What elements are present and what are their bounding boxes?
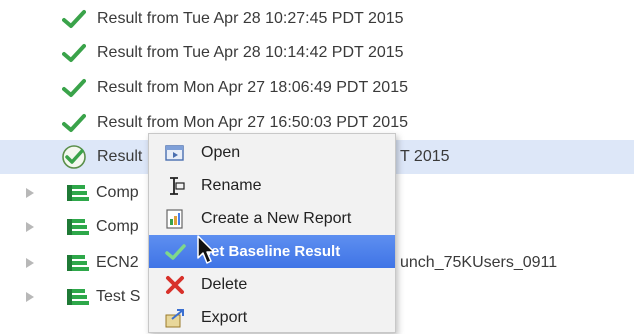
test-stack-icon <box>67 185 89 201</box>
checkmark-icon <box>62 10 86 28</box>
menu-item-export[interactable]: Export <box>149 301 395 334</box>
export-icon <box>165 309 184 328</box>
mouse-pointer-icon <box>197 235 215 264</box>
checkmark-icon <box>165 244 186 260</box>
expand-triangle-icon[interactable] <box>26 292 34 302</box>
context-menu: Open Rename Create a New Report Set Base… <box>148 133 396 333</box>
test-stack-icon <box>67 289 89 305</box>
expand-triangle-icon[interactable] <box>26 222 34 232</box>
test-label: Comp <box>96 218 139 235</box>
result-label-right: T 2015 <box>400 148 450 165</box>
result-label: Result from Tue Apr 28 10:27:45 PDT 2015 <box>97 10 404 27</box>
menu-item-label: Set Baseline Result <box>201 243 341 260</box>
baseline-circle-check-icon <box>62 145 86 169</box>
menu-item-label: Create a New Report <box>201 210 352 227</box>
expand-triangle-icon[interactable] <box>26 188 34 198</box>
result-row[interactable]: Result from Mon Apr 27 18:06:49 PDT 2015 <box>0 71 634 105</box>
expand-triangle-icon[interactable] <box>26 258 34 268</box>
result-label: Result from Mon Apr 27 16:50:03 PDT 2015 <box>97 114 408 131</box>
test-stack-icon <box>67 219 89 235</box>
checkmark-icon <box>62 79 86 97</box>
checkmark-icon <box>62 44 86 62</box>
menu-item-label: Delete <box>201 276 248 293</box>
test-label: Comp <box>96 184 139 201</box>
report-icon <box>166 209 183 229</box>
result-row[interactable]: Result from Tue Apr 28 10:27:45 PDT 2015 <box>0 2 634 36</box>
menu-item-label: Export <box>201 309 248 326</box>
test-stack-icon <box>67 255 89 271</box>
test-label: Test S <box>96 288 141 305</box>
menu-item-set-baseline[interactable]: Set Baseline Result <box>149 235 395 268</box>
delete-x-icon <box>166 276 184 294</box>
menu-item-open[interactable]: Open <box>149 136 395 169</box>
menu-item-delete[interactable]: Delete <box>149 268 395 301</box>
menu-item-label: Open <box>201 144 241 161</box>
test-label-left: ECN2 <box>96 254 139 271</box>
checkmark-icon <box>62 114 86 132</box>
open-icon <box>165 145 184 161</box>
result-label: Result from Tue Apr 28 10:14:42 PDT 2015 <box>97 44 404 61</box>
result-label-left: Result <box>97 148 143 165</box>
menu-item-label: Rename <box>201 177 262 194</box>
menu-item-rename[interactable]: Rename <box>149 169 395 202</box>
test-label-right: unch_75KUsers_0911 <box>400 254 558 271</box>
rename-icon <box>170 177 185 195</box>
result-row[interactable]: Result from Tue Apr 28 10:14:42 PDT 2015 <box>0 36 634 70</box>
menu-item-create-report[interactable]: Create a New Report <box>149 202 395 235</box>
result-label: Result from Mon Apr 27 18:06:49 PDT 2015 <box>97 79 408 96</box>
